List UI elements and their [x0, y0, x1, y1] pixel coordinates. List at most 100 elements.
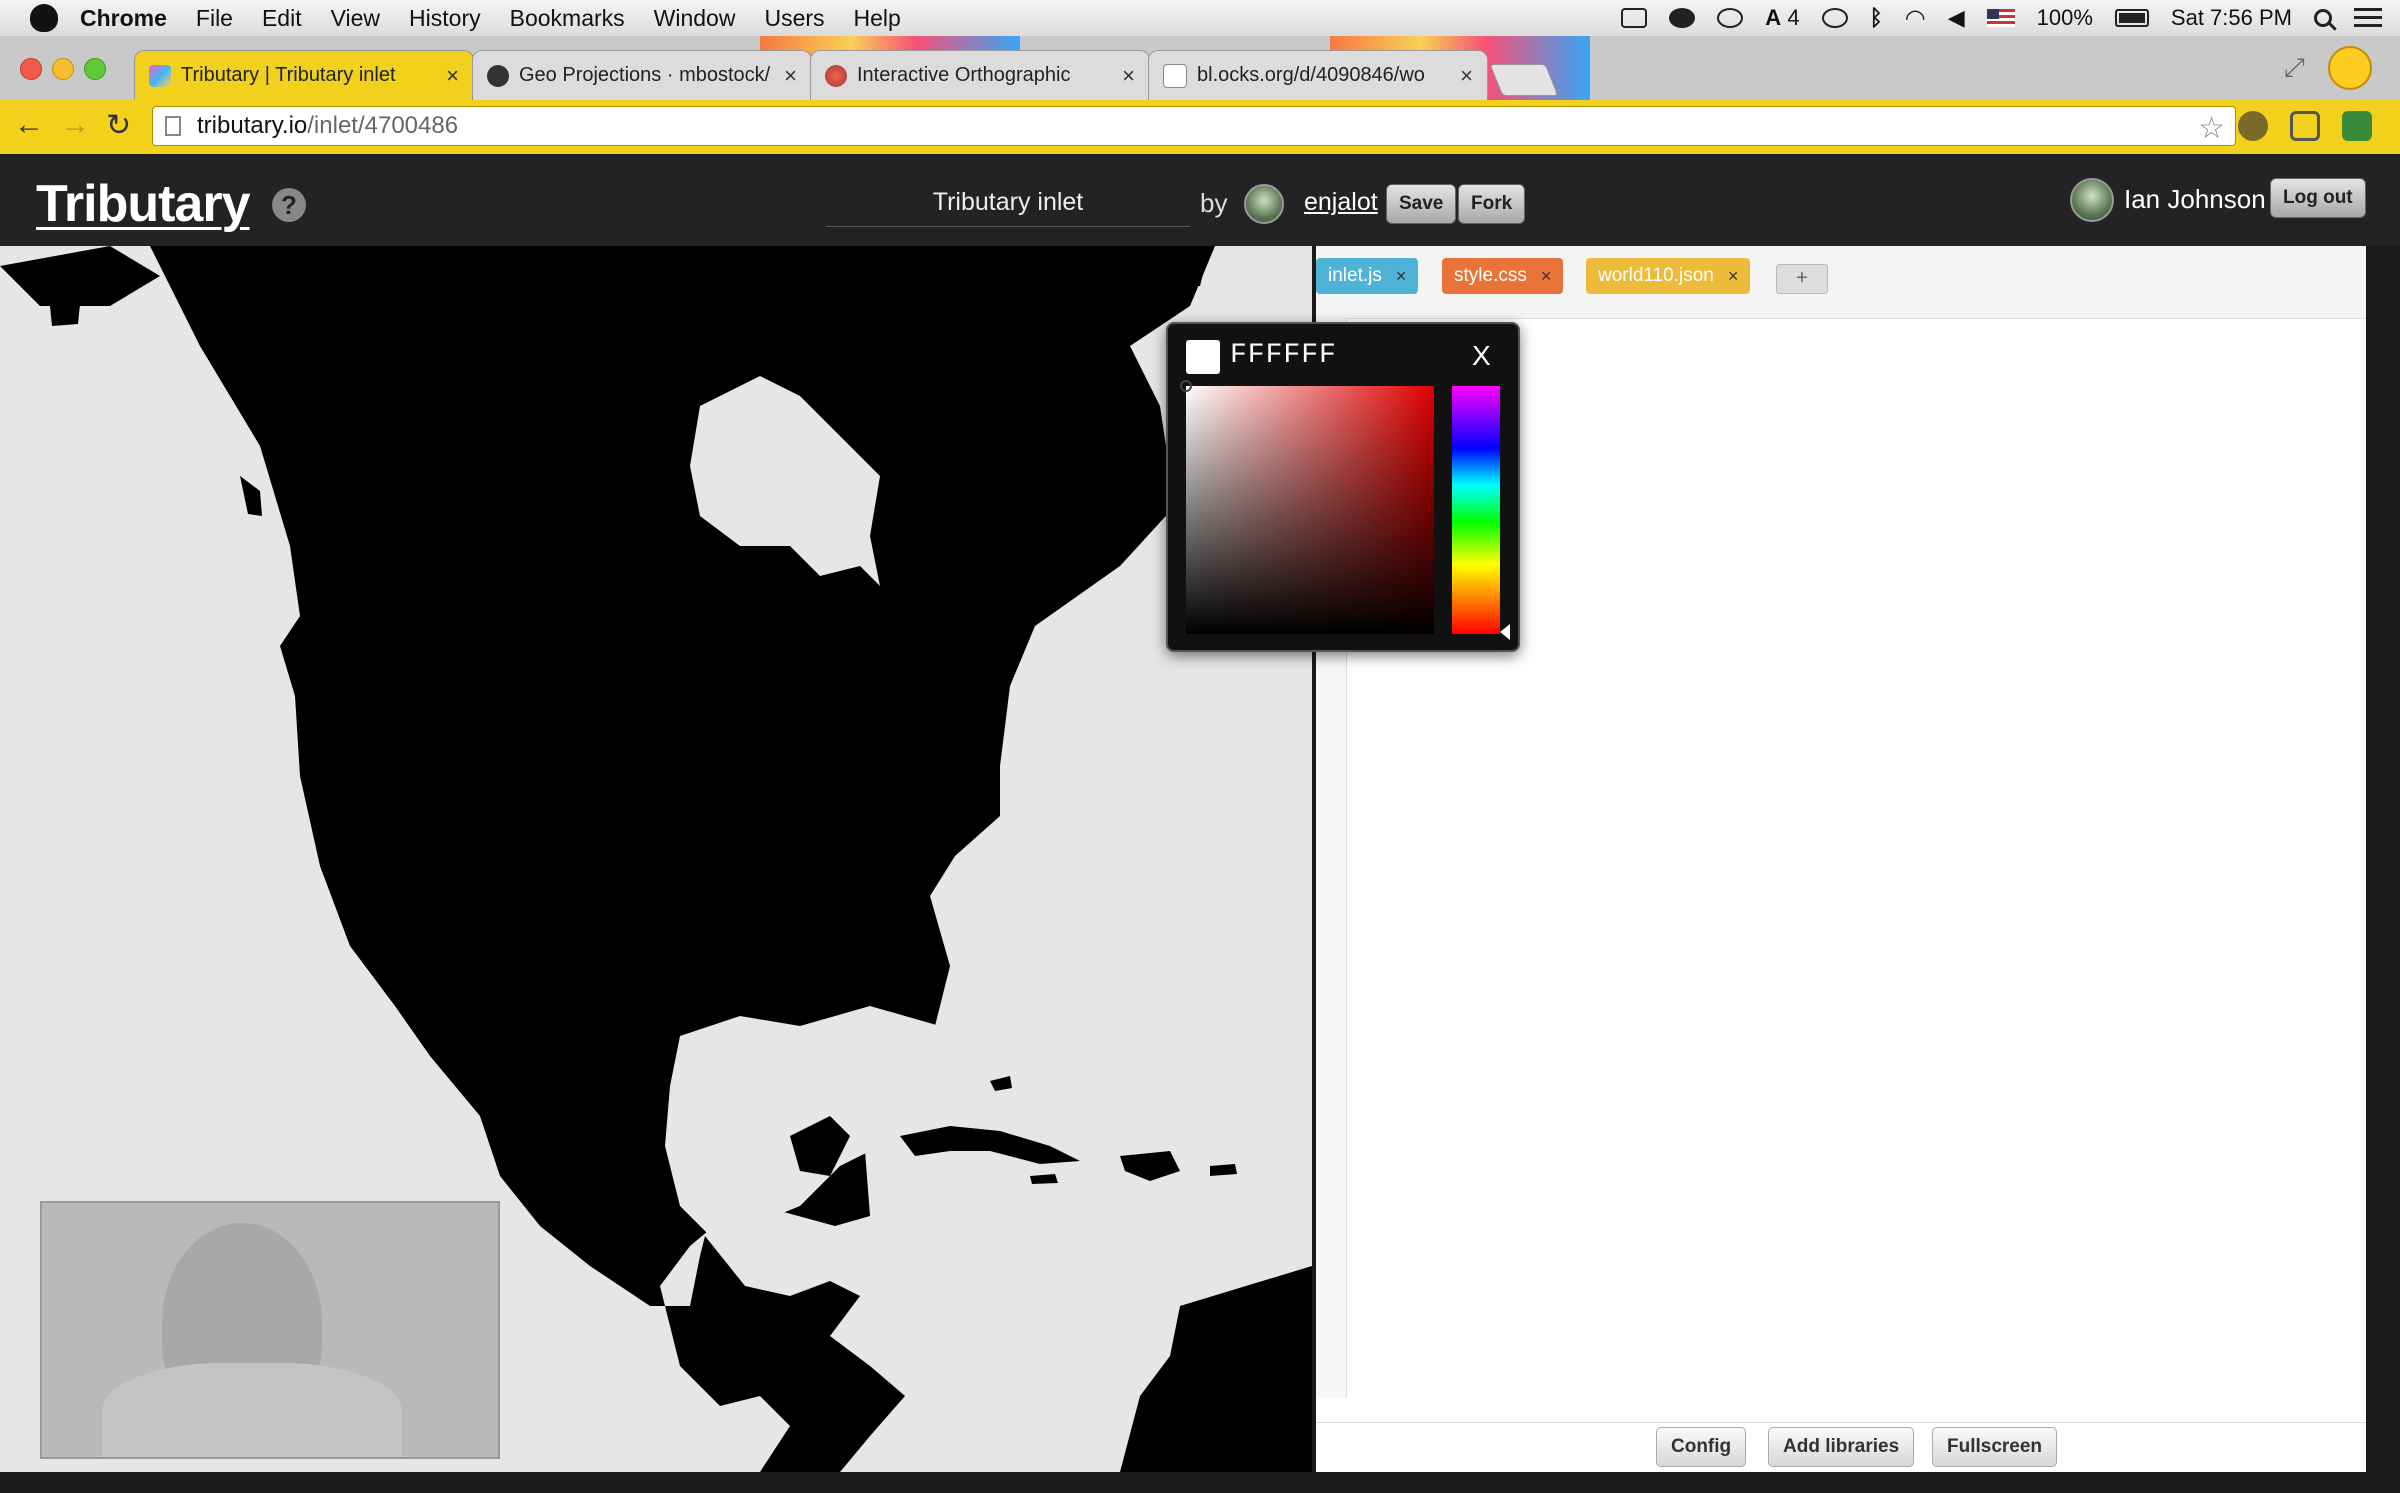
inlet-title-input[interactable]: Tributary inlet	[826, 178, 1190, 227]
macos-menu-bar: Chrome File Edit View History Bookmarks …	[0, 0, 2400, 37]
color-picker: FFFFFF X	[1166, 322, 1520, 652]
save-button[interactable]: Save	[1386, 184, 1457, 224]
presenter-shoulders	[102, 1363, 402, 1457]
tab-close-icon[interactable]: ×	[1122, 63, 1135, 89]
bookmark-star-icon[interactable]: ☆	[2198, 111, 2225, 146]
time-machine-icon[interactable]	[1821, 8, 1848, 28]
saturation-value-handle[interactable]	[1180, 380, 1192, 392]
url-host: tributary.io	[197, 112, 308, 139]
hue-slider[interactable]	[1452, 386, 1500, 634]
extension-icon[interactable]	[2342, 111, 2372, 141]
hue-slider-handle[interactable]	[1500, 624, 1510, 640]
file-tab-label: inlet.js	[1328, 265, 1382, 286]
author-avatar	[1244, 184, 1284, 224]
file-tab-close-icon[interactable]: ×	[1396, 266, 1407, 287]
status-tray: A 4 ᛒ ◠ ◀ 100% Sat 7:56 PM	[1621, 0, 2382, 36]
acrobat-count: 4	[1787, 5, 1800, 30]
file-tab-world110-json[interactable]: world110.json ×	[1586, 258, 1751, 294]
us-flag-icon[interactable]	[1986, 9, 2015, 27]
cloud-icon[interactable]	[1669, 8, 1696, 28]
picker-close-button[interactable]: X	[1472, 340, 1491, 372]
window-bottom-edge	[0, 1472, 2400, 1493]
window-close-button[interactable]	[20, 58, 42, 80]
sync-icon[interactable]	[1717, 8, 1744, 28]
menu-view[interactable]: View	[331, 5, 380, 32]
battery-percent: 100%	[2036, 5, 2093, 30]
fork-button[interactable]: Fork	[1458, 184, 1526, 224]
editor-bottom-bar: Config Add libraries Fullscreen	[1316, 1422, 2366, 1473]
tab-tributary[interactable]: Tributary | Tributary inlet ×	[134, 50, 474, 100]
page-icon	[165, 116, 181, 136]
help-icon[interactable]: ?	[272, 188, 306, 222]
wifi-icon[interactable]: ◠	[1905, 4, 1926, 33]
menu-users[interactable]: Users	[764, 5, 824, 32]
puerto-rico	[1210, 1164, 1237, 1176]
notification-center-icon[interactable]	[2354, 8, 2382, 28]
saturation-value-area[interactable]	[1186, 386, 1434, 634]
tab-close-icon[interactable]: ×	[446, 63, 459, 89]
menu-edit[interactable]: Edit	[262, 5, 302, 32]
cast-icon[interactable]	[2290, 111, 2320, 141]
back-arrow-icon[interactable]: ←	[14, 108, 44, 142]
add-libraries-button[interactable]: Add libraries	[1768, 1427, 1915, 1467]
volume-icon[interactable]: ◀	[1948, 5, 1965, 31]
arctic-island	[50, 304, 80, 326]
file-tab-style-css[interactable]: style.css ×	[1442, 258, 1564, 294]
browser-tab-strip: Tributary | Tributary inlet × Geo Projec…	[0, 36, 2400, 100]
tab-title: bl.ocks.org/d/4090846/wo	[1197, 64, 1425, 86]
github-favicon	[487, 64, 509, 87]
camera-icon[interactable]	[1621, 8, 1648, 28]
tab-title: Interactive Orthographic	[857, 64, 1071, 86]
tab-title: Geo Projections · mbostock/	[519, 64, 771, 86]
user-avatar	[2070, 178, 2114, 222]
tab-interactive-orthographic[interactable]: Interactive Orthographic ×	[810, 50, 1150, 100]
tributary-header: Tributary ? Tributary inlet by enjalot S…	[0, 154, 2400, 246]
file-tab-close-icon[interactable]: ×	[1728, 266, 1739, 287]
tab-close-icon[interactable]: ×	[784, 63, 797, 89]
file-tabs: inlet.js × style.css × world110.json × +	[1316, 246, 2366, 319]
bluetooth-icon[interactable]: ᛒ	[1870, 5, 1883, 31]
by-label: by	[1200, 188, 1228, 218]
menu-file[interactable]: File	[196, 5, 233, 32]
browser-toolbar: ← → ↻ tributary.io/inlet/4700486 ☆	[0, 100, 2400, 156]
config-button[interactable]: Config	[1656, 1427, 1747, 1467]
file-tab-label: style.css	[1454, 265, 1527, 286]
file-tab-close-icon[interactable]: ×	[1541, 266, 1552, 287]
menu-help[interactable]: Help	[854, 5, 901, 32]
file-tab-inlet-js[interactable]: inlet.js ×	[1316, 258, 1419, 294]
fullscreen-arrows-icon[interactable]: ⤢	[2284, 52, 2305, 84]
map-display[interactable]	[0, 246, 1312, 1472]
profile-emoji-icon[interactable]	[2328, 46, 2372, 90]
url-path: /inlet/4700486	[307, 112, 459, 139]
globe-favicon	[825, 64, 847, 87]
extension-icon[interactable]	[2238, 111, 2268, 141]
tab-close-icon[interactable]: ×	[1460, 63, 1473, 89]
file-tab-label: world110.json	[1598, 265, 1714, 286]
forward-arrow-icon[interactable]: →	[60, 108, 90, 142]
battery-icon[interactable]	[2114, 9, 2149, 27]
tributary-logo[interactable]: Tributary	[36, 174, 250, 234]
tab-title: Tributary | Tributary inlet	[181, 64, 396, 86]
tributary-favicon	[149, 64, 171, 87]
spotlight-search-icon[interactable]	[2314, 9, 2332, 27]
acrobat-icon[interactable]: A 4	[1765, 5, 1799, 31]
address-bar[interactable]: tributary.io/inlet/4700486 ☆	[152, 106, 2236, 146]
window-minimize-button[interactable]	[52, 58, 74, 80]
fullscreen-button[interactable]: Fullscreen	[1932, 1427, 2058, 1467]
author-link[interactable]: enjalot	[1304, 188, 1378, 217]
hex-value[interactable]: FFFFFF	[1230, 340, 1337, 371]
menu-bookmarks[interactable]: Bookmarks	[510, 5, 625, 32]
tab-blocks[interactable]: bl.ocks.org/d/4090846/wo ×	[1148, 50, 1488, 100]
logout-button[interactable]: Log out	[2270, 178, 2366, 218]
clock[interactable]: Sat 7:56 PM	[2171, 5, 2292, 31]
tab-geo-projections[interactable]: Geo Projections · mbostock/ ×	[472, 50, 812, 100]
menu-app-name[interactable]: Chrome	[80, 5, 167, 32]
apple-icon[interactable]	[30, 4, 58, 32]
reload-icon[interactable]: ↻	[106, 108, 131, 143]
add-file-button[interactable]: +	[1776, 264, 1828, 294]
user-name[interactable]: Ian Johnson	[2124, 184, 2266, 215]
webcam-overlay	[40, 1201, 500, 1459]
menu-window[interactable]: Window	[654, 5, 736, 32]
window-zoom-button[interactable]	[84, 58, 106, 80]
menu-history[interactable]: History	[409, 5, 481, 32]
